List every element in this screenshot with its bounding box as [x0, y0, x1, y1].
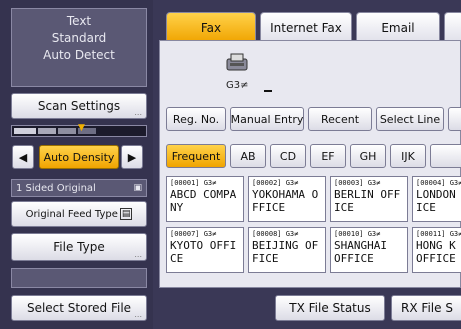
density-bar: ▼ [11, 123, 147, 137]
copier-screen: Text Standard Auto Detect Scan Settings … [0, 0, 461, 329]
destination-code: [00002] G3≠ [252, 179, 299, 187]
destination-code: [00001] G3≠ [170, 179, 217, 187]
destination-key[interactable]: [00002] G3≠ YOKOHAMA O FFICE [248, 176, 326, 222]
file-type-button[interactable]: File Type ... [11, 233, 147, 261]
scan-settings-label: Scan Settings [37, 99, 121, 113]
tab-email[interactable]: Email [356, 12, 440, 42]
status-line-1: Text [66, 14, 92, 28]
destination-key[interactable]: [00001] G3≠ ABCD COMPA NY [166, 176, 244, 222]
auto-density-button[interactable]: Auto Density [39, 145, 119, 169]
rx-file-status-label: RX File S [401, 301, 453, 315]
more-icon: ... [134, 310, 142, 319]
auto-density-label: Auto Density [43, 150, 115, 164]
filter-tab-gh[interactable]: GH [350, 144, 386, 168]
select-line-label: Select Line [379, 112, 441, 126]
filter-tab-label: CD [279, 149, 297, 163]
empty-status-box [11, 268, 147, 288]
filter-tab-more[interactable] [430, 144, 461, 168]
density-lighter-button[interactable]: ◀ [12, 145, 34, 169]
destination-key[interactable]: [00007] G3≠ KYOTO OFFI CE [166, 227, 244, 273]
file-type-label: File Type [53, 240, 105, 254]
destination-key[interactable]: [00011] G3≠ HONG K OFFICE [412, 227, 461, 273]
filter-tab-ab[interactable]: AB [230, 144, 266, 168]
tab-internet-fax[interactable]: Internet Fax [260, 12, 352, 42]
recent-label: Recent [320, 112, 360, 126]
density-darker-button[interactable]: ▶ [121, 145, 143, 169]
original-sides-label: 1 Sided Original [16, 182, 96, 194]
scan-status-box: Text Standard Auto Detect [11, 8, 147, 87]
filter-tab-label: EF [321, 149, 335, 163]
destination-code: [00010] G3≠ [334, 230, 381, 238]
destination-code: [00003] G3≠ [334, 179, 381, 187]
tab-fax-label: Fax [200, 20, 222, 35]
rx-file-status-button[interactable]: RX File S [391, 295, 461, 321]
destination-key[interactable]: [00010] G3≠ SHANGHAI OFFICE [330, 227, 408, 273]
destination-name: KYOTO OFFI CE [170, 239, 237, 265]
filter-tab-label: GH [359, 149, 377, 163]
destination-code: [00011] G3≠ [416, 230, 461, 238]
destination-name: LONDON ICE [416, 188, 456, 214]
scan-settings-button[interactable]: Scan Settings ... [11, 93, 147, 119]
destination-name: BEIJING OF FICE [252, 239, 319, 265]
cursor-mark [264, 90, 272, 92]
more-actions-button[interactable] [448, 107, 461, 131]
manual-entry-button[interactable]: Manual Entry [230, 107, 304, 131]
filter-tab-ijk[interactable]: IJK [390, 144, 426, 168]
fax-machine-icon [226, 53, 248, 71]
tab-internet-fax-label: Internet Fax [270, 20, 342, 35]
destination-name: SHANGHAI OFFICE [334, 239, 387, 265]
left-panel: Text Standard Auto Detect Scan Settings … [0, 0, 153, 329]
destination-name: YOKOHAMA O FFICE [252, 188, 319, 214]
tx-file-status-button[interactable]: TX File Status [275, 295, 385, 321]
filter-tab-cd[interactable]: CD [270, 144, 306, 168]
tab-email-label: Email [381, 20, 415, 35]
destination-name: HONG K OFFICE [416, 239, 456, 265]
tx-file-status-label: TX File Status [289, 301, 371, 315]
destination-name: BERLIN OFF ICE [334, 188, 401, 214]
manual-entry-label: Manual Entry [230, 112, 304, 126]
destination-key[interactable]: [00003] G3≠ BERLIN OFF ICE [330, 176, 408, 222]
feed-type-icon: ▤ [119, 208, 133, 220]
tab-fax[interactable]: Fax [166, 12, 256, 42]
destination-panel: G3≠ Reg. No. Manual Entry Recent Select … [159, 40, 461, 288]
density-marker-icon: ▼ [78, 123, 85, 133]
destination-code: [00007] G3≠ [170, 230, 217, 238]
more-icon: ... [134, 108, 142, 117]
destination-key[interactable]: [00008] G3≠ BEIJING OF FICE [248, 227, 326, 273]
select-stored-file-label: Select Stored File [26, 301, 132, 315]
reg-no-button[interactable]: Reg. No. [166, 107, 226, 131]
destination-name: ABCD COMPA NY [170, 188, 237, 214]
tab-more[interactable] [444, 12, 461, 42]
select-stored-file-button[interactable]: Select Stored File ... [11, 295, 147, 321]
filter-tab-frequent[interactable]: Frequent [166, 144, 226, 168]
select-line-button[interactable]: Select Line [376, 107, 444, 131]
right-arrow-icon: ▶ [127, 150, 137, 164]
filter-tab-label: IJK [401, 149, 415, 163]
right-panel: Fax Internet Fax Email G3≠ Reg. No. Manu… [153, 0, 461, 329]
status-line-2: Standard [51, 31, 107, 45]
filter-tab-label: Frequent [171, 149, 221, 163]
original-feed-type-label: Original Feed Type [25, 208, 118, 220]
reg-no-label: Reg. No. [172, 112, 220, 126]
destination-code: [00004] G3≠ [416, 179, 461, 187]
destination-key[interactable]: [00004] G3≠ LONDON ICE [412, 176, 461, 222]
document-icon: ▣ [133, 183, 142, 193]
status-line-3: Auto Detect [43, 48, 115, 62]
fax-line-label: G3≠ [226, 80, 249, 91]
recent-button[interactable]: Recent [308, 107, 372, 131]
more-icon: ... [134, 250, 142, 259]
left-arrow-icon: ◀ [18, 150, 28, 164]
filter-tab-ef[interactable]: EF [310, 144, 346, 168]
original-feed-type-button[interactable]: Original Feed Type ▤ [11, 201, 147, 227]
original-sides-status: 1 Sided Original ▣ [11, 179, 147, 197]
destination-code: [00008] G3≠ [252, 230, 299, 238]
filter-tab-label: AB [240, 149, 256, 163]
